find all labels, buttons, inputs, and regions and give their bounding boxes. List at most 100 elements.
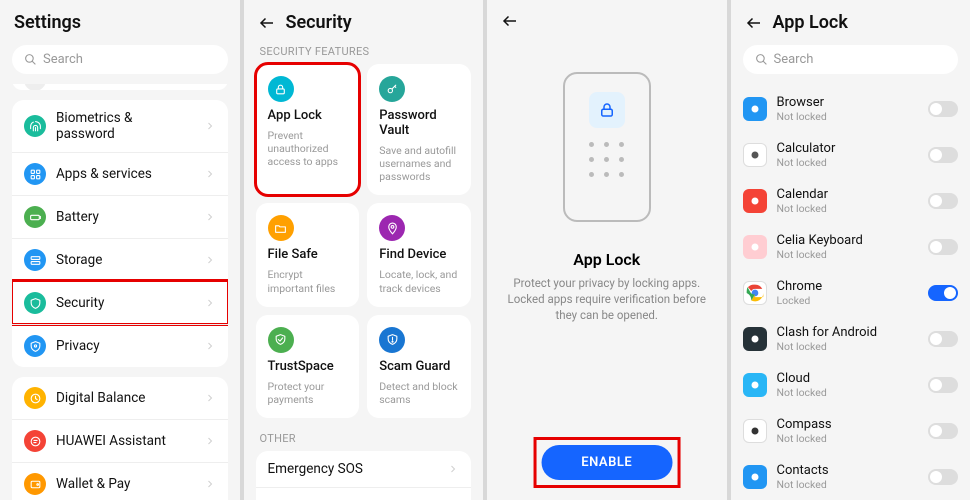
back-button[interactable]: [745, 14, 763, 32]
settings-row-privacy[interactable]: Privacy: [12, 324, 228, 367]
row-label: Wallet & Pay: [56, 476, 194, 492]
chevron-right-icon: [204, 478, 216, 490]
tile-scam-guard[interactable]: Scam Guard Detect and block scams: [367, 315, 471, 418]
app-row-calendar: CalendarNot locked: [743, 178, 959, 224]
settings-row-biometrics-password[interactable]: Biometrics & password: [12, 100, 228, 152]
row-label: Security: [56, 295, 194, 311]
phone-illustration: [563, 72, 651, 222]
app-status: Not locked: [777, 478, 919, 491]
row-label: Digital Balance: [56, 390, 194, 406]
arrow-left-icon: [258, 14, 276, 32]
app-status: Not locked: [777, 202, 919, 215]
chevron-right-icon: [204, 84, 216, 86]
settings-row-apps-services[interactable]: Apps & services: [12, 152, 228, 195]
section-label-other: OTHER: [256, 428, 472, 451]
lock-icon-container: [589, 92, 625, 128]
tile-label: File Safe: [268, 247, 348, 262]
app-info: Celia KeyboardNot locked: [777, 233, 919, 261]
other-row-emergency-warnings[interactable]: Emergency warnings: [256, 487, 472, 500]
assist-icon: [24, 430, 46, 452]
key-icon: [379, 76, 405, 102]
app-row-celia-keyboard: Celia KeyboardNot locked: [743, 224, 959, 270]
battery-icon: [24, 206, 46, 228]
enable-highlight: ENABLE: [535, 439, 678, 486]
settings-row-huawei-assistant[interactable]: HUAWEI Assistant: [12, 419, 228, 462]
tile-file-safe[interactable]: File SafeEncrypt important files: [256, 203, 360, 306]
tile-app-lock[interactable]: App Lock Prevent unauthorized access to a…: [256, 64, 360, 195]
app-info: BrowserNot locked: [777, 95, 919, 123]
app-toggle[interactable]: [928, 469, 958, 485]
app-list[interactable]: BrowserNot lockedCalculatorNot lockedCal…: [731, 84, 970, 500]
settings-row-digital-balance[interactable]: Digital Balance: [12, 377, 228, 419]
app-info: ContactsNot locked: [777, 463, 919, 491]
app-name: Calculator: [777, 141, 919, 156]
settings-row-security[interactable]: Security: [12, 281, 228, 324]
search-icon: [755, 53, 768, 66]
security-scroll[interactable]: SECURITY FEATURES App LockPrevent unauth…: [244, 41, 484, 500]
settings-row-storage[interactable]: Storage: [12, 238, 228, 281]
storage-icon: [24, 249, 46, 271]
app-toggle[interactable]: [928, 377, 958, 393]
app-name: Cloud: [777, 371, 919, 386]
app-status: Not locked: [777, 432, 919, 445]
chevron-right-icon: [204, 120, 216, 132]
tile-label: App Lock: [268, 108, 348, 123]
settings-group-main: Biometrics & password Apps & servicesBatt…: [12, 100, 228, 367]
app-toggle[interactable]: [928, 147, 958, 163]
tile-label: Password Vault: [379, 108, 459, 138]
tile-trustspace[interactable]: TrustSpaceProtect your payments: [256, 315, 360, 418]
app-row-compass: CompassNot locked: [743, 408, 959, 454]
chevron-right-icon: [204, 297, 216, 309]
scam-icon: [379, 327, 405, 353]
row-label: Emergency SOS: [268, 461, 438, 477]
other-group-1: Emergency SOS Emergency warnings: [256, 451, 472, 500]
app-icon: [743, 143, 767, 167]
applock-description: Protect your privacy by locking apps. Lo…: [505, 275, 709, 323]
app-info: CalendarNot locked: [777, 187, 919, 215]
tile-label: Find Device: [379, 247, 459, 262]
tile-find-device[interactable]: Find DeviceLocate, lock, and track devic…: [367, 203, 471, 306]
settings-row-partial[interactable]: [12, 84, 228, 90]
lock-icon: [268, 76, 294, 102]
tile-desc: Prevent unauthorized access to apps: [268, 129, 348, 168]
app-toggle[interactable]: [928, 285, 958, 301]
settings-row-wallet-pay[interactable]: Wallet & Pay: [12, 462, 228, 500]
app-toggle[interactable]: [928, 193, 958, 209]
chevron-right-icon: [204, 340, 216, 352]
tile-desc: Detect and block scams: [379, 380, 459, 406]
app-name: Chrome: [777, 279, 919, 294]
app-icon: [743, 465, 767, 489]
back-button[interactable]: [501, 12, 519, 30]
shield-icon: [24, 292, 46, 314]
settings-row-battery[interactable]: Battery: [12, 195, 228, 238]
folder-icon: [268, 215, 294, 241]
app-icon: [743, 97, 767, 121]
tile-password-vault[interactable]: Password VaultSave and autofill username…: [367, 64, 471, 195]
page-title: Security: [286, 12, 352, 33]
lock-icon: [598, 101, 616, 119]
app-status: Not locked: [777, 156, 919, 169]
search-input[interactable]: Search: [743, 45, 959, 74]
settings-scroll[interactable]: Biometrics & password Apps & servicesBatt…: [0, 84, 240, 500]
app-toggle[interactable]: [928, 423, 958, 439]
tile-label: Scam Guard: [379, 359, 459, 374]
app-toggle[interactable]: [928, 331, 958, 347]
chevron-right-icon: [447, 463, 459, 475]
search-input[interactable]: Search: [12, 45, 228, 74]
app-icon: [743, 373, 767, 397]
back-button[interactable]: [258, 14, 276, 32]
app-status: Locked: [777, 294, 919, 307]
row-label: HUAWEI Assistant: [56, 433, 194, 449]
enable-button[interactable]: ENABLE: [541, 445, 672, 480]
applock-list-panel: App Lock Search BrowserNot lockedCalcula…: [729, 0, 970, 500]
row-label: Biometrics & password: [56, 110, 194, 142]
chevron-right-icon: [204, 435, 216, 447]
pin-dots: [589, 142, 624, 177]
app-info: CalculatorNot locked: [777, 141, 919, 169]
app-name: Browser: [777, 95, 919, 110]
app-toggle[interactable]: [928, 101, 958, 117]
search-placeholder: Search: [43, 52, 83, 67]
other-row-emergency-sos[interactable]: Emergency SOS: [256, 451, 472, 487]
app-name: Contacts: [777, 463, 919, 478]
app-toggle[interactable]: [928, 239, 958, 255]
